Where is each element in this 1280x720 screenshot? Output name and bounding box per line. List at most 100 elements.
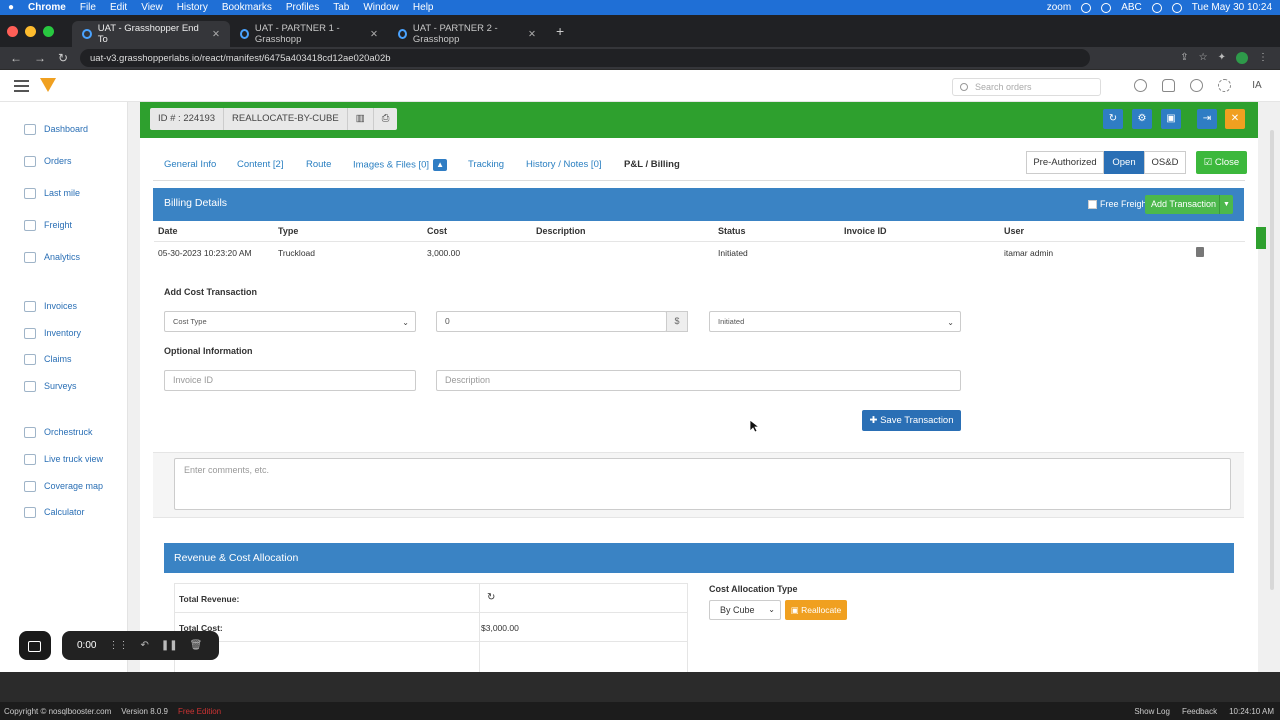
tab-pl-billing[interactable]: P&L / Billing xyxy=(624,159,680,170)
new-tab-icon[interactable]: + xyxy=(556,23,564,39)
show-log-link[interactable]: Show Log xyxy=(1134,707,1170,716)
tab-images-files[interactable]: Images & Files [0] ▲ xyxy=(353,159,448,171)
menu-tab[interactable]: Tab xyxy=(333,2,349,13)
zoom-status[interactable]: zoom xyxy=(1047,2,1071,13)
history-icon[interactable] xyxy=(1190,79,1203,92)
forward-icon[interactable]: → xyxy=(34,51,48,65)
sidebar-item-freight[interactable]: Freight xyxy=(24,217,72,233)
edition-text[interactable]: Free Edition xyxy=(178,707,221,716)
maximize-window-icon[interactable] xyxy=(43,25,54,37)
menu-window[interactable]: Window xyxy=(363,2,399,13)
browser-tab-2[interactable]: UAT - PARTNER 1 - Grasshopp ✕ xyxy=(230,21,388,47)
sidebar-item-live-truck-view[interactable]: Live truck view xyxy=(24,451,103,467)
sidebar-item-last-mile[interactable]: Last mile xyxy=(24,185,80,201)
url-field[interactable]: uat-v3.grasshopperlabs.io/react/manifest… xyxy=(80,49,1090,67)
menu-hamburger-icon[interactable] xyxy=(14,80,29,92)
comments-textarea[interactable]: Enter comments, etc. xyxy=(174,458,1231,510)
export-button[interactable]: ⇥ xyxy=(1197,109,1217,129)
feedback-link[interactable]: Feedback xyxy=(1182,707,1217,716)
browser-tab-1[interactable]: UAT - Grasshopper End To ✕ xyxy=(72,21,230,47)
help-icon[interactable] xyxy=(1134,79,1147,92)
menu-view[interactable]: View xyxy=(141,2,163,13)
tab-history-notes[interactable]: History / Notes [0] xyxy=(526,159,602,170)
sidebar-item-orders[interactable]: Orders xyxy=(24,153,72,169)
extensions-icon[interactable]: ✦ xyxy=(1218,52,1226,64)
more-menu-icon[interactable]: ⋮ xyxy=(1258,52,1268,64)
settings-button[interactable]: ⚙ xyxy=(1132,109,1152,129)
save-transaction-button[interactable]: ✚ Save Transaction xyxy=(862,410,961,431)
camera-toggle-button[interactable] xyxy=(19,631,51,660)
tab-tracking[interactable]: Tracking xyxy=(468,159,504,170)
reload-icon[interactable]: ↻ xyxy=(58,51,72,65)
menu-profiles[interactable]: Profiles xyxy=(286,2,319,13)
sidebar-item-inventory[interactable]: Inventory xyxy=(24,325,81,341)
free-freight-checkbox[interactable]: Free Freight xyxy=(1088,199,1149,209)
trash-icon[interactable] xyxy=(1196,247,1204,257)
close-tab-icon[interactable]: ✕ xyxy=(528,29,536,40)
osd-button[interactable]: OS&D xyxy=(1144,151,1186,174)
gear-icon[interactable] xyxy=(1218,79,1231,92)
record-icon[interactable] xyxy=(1081,2,1092,13)
sidebar-item-analytics[interactable]: Analytics xyxy=(24,249,80,265)
barcode-icon[interactable]: ▥ xyxy=(348,108,374,130)
chevron-down-icon[interactable]: ▼ xyxy=(1219,195,1233,214)
menu-file[interactable]: File xyxy=(80,2,96,13)
browser-tab-3[interactable]: UAT - PARTNER 2 - Grasshopp ✕ xyxy=(388,21,546,47)
clock[interactable]: Tue May 30 10:24 xyxy=(1192,2,1272,13)
keyboard-input-label[interactable]: ABC xyxy=(1121,2,1142,13)
menu-history[interactable]: History xyxy=(177,2,208,13)
grasshopper-logo[interactable] xyxy=(40,78,56,92)
sidebar-item-orchestruck[interactable]: Orchestruck xyxy=(24,424,93,440)
cost-amount-input[interactable]: 0 xyxy=(436,311,667,332)
undo-icon[interactable]: ↶ xyxy=(140,640,148,651)
search-orders-input[interactable]: Search orders xyxy=(952,78,1101,96)
tab-general-info[interactable]: General Info xyxy=(164,159,216,170)
close-manifest-button[interactable]: ✕ xyxy=(1225,109,1245,129)
checkbox-icon[interactable] xyxy=(1088,199,1097,209)
sidebar-item-calculator[interactable]: Calculator xyxy=(24,504,85,520)
side-tab-marker[interactable] xyxy=(1256,227,1266,249)
menu-chrome[interactable]: Chrome xyxy=(28,2,66,13)
close-window-icon[interactable] xyxy=(7,25,18,37)
search-icon[interactable] xyxy=(1171,2,1182,13)
menu-help[interactable]: Help xyxy=(413,2,434,13)
sidebar-item-invoices[interactable]: Invoices xyxy=(24,298,77,314)
sidebar-item-dashboard[interactable]: Dashboard xyxy=(24,121,88,137)
back-icon[interactable]: ← xyxy=(10,51,24,65)
sidebar-item-surveys[interactable]: Surveys xyxy=(24,378,77,394)
refresh-button[interactable]: ↻ xyxy=(1103,109,1123,129)
trash-icon[interactable]: 🗑 xyxy=(190,640,203,651)
cost-allocation-type-select[interactable]: By Cube ⌄ xyxy=(709,600,781,620)
bookmark-star-icon[interactable]: ☆ xyxy=(1199,52,1208,64)
reallocate-button[interactable]: ▣ Reallocate xyxy=(785,600,847,620)
bluetooth-icon[interactable] xyxy=(1101,2,1112,13)
tab-content[interactable]: Content [2] xyxy=(237,159,283,170)
share-icon[interactable]: ⇪ xyxy=(1180,52,1188,64)
user-avatar[interactable]: IA xyxy=(1246,78,1268,94)
print-icon[interactable]: ⎙ xyxy=(374,108,398,130)
bell-icon[interactable] xyxy=(1162,79,1175,92)
refresh-icon[interactable]: ↻ xyxy=(487,592,495,603)
pause-icon[interactable]: ❚❚ xyxy=(161,640,178,651)
close-tab-icon[interactable]: ✕ xyxy=(212,29,220,40)
sidebar-item-coverage-map[interactable]: Coverage map xyxy=(24,478,103,494)
description-input[interactable]: Description xyxy=(436,370,961,391)
tab-route[interactable]: Route xyxy=(306,159,331,170)
cost-type-select[interactable]: Cost Type ⌄ xyxy=(164,311,416,332)
apple-icon[interactable]: ● xyxy=(8,2,14,13)
profile-avatar-icon[interactable] xyxy=(1236,52,1248,64)
invoice-id-input[interactable]: Invoice ID xyxy=(164,370,416,391)
menu-edit[interactable]: Edit xyxy=(110,2,127,13)
close-button[interactable]: ☑ Close xyxy=(1196,151,1247,174)
status-select[interactable]: Initiated ⌄ xyxy=(709,311,961,332)
close-tab-icon[interactable]: ✕ xyxy=(370,29,378,40)
upload-icon[interactable]: ▲ xyxy=(433,159,448,171)
open-status-button[interactable]: Open xyxy=(1104,151,1144,174)
add-transaction-button[interactable]: Add Transaction ▼ xyxy=(1145,195,1233,214)
grid-icon[interactable]: ⋮⋮ xyxy=(108,640,128,651)
wifi-icon[interactable] xyxy=(1151,2,1162,13)
save-button[interactable]: ▣ xyxy=(1161,109,1181,129)
page-scrollbar[interactable] xyxy=(1268,130,1276,590)
pre-authorized-button[interactable]: Pre-Authorized xyxy=(1026,151,1104,174)
minimize-window-icon[interactable] xyxy=(25,25,36,37)
